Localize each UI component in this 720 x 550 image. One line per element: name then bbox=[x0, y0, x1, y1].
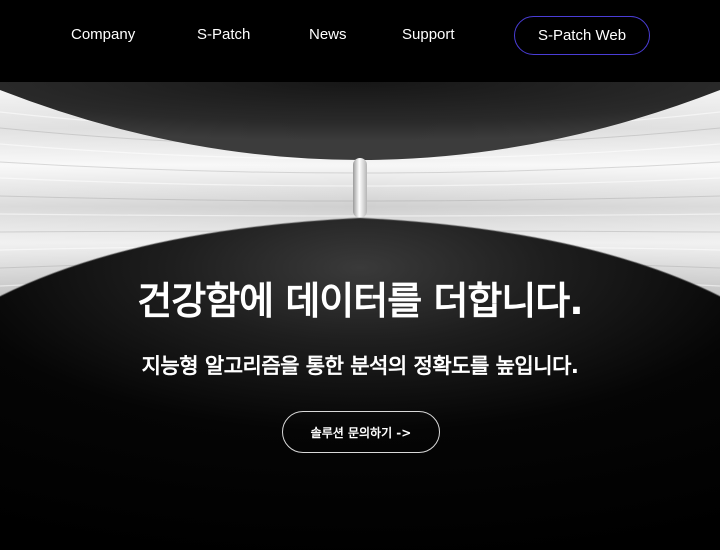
nav-link-support[interactable]: Support bbox=[402, 24, 455, 46]
hero-subtitle: 지능형 알고리즘을 통한 분석의 정확도를 높입니다. bbox=[141, 354, 579, 378]
hero-title: 건강함에 데이터를 더합니다. bbox=[137, 279, 583, 323]
hero-section: 건강함에 데이터를 더합니다. 지능형 알고리즘을 통한 분석의 정확도를 높입… bbox=[0, 82, 720, 550]
s-patch-web-button-label: S-Patch Web bbox=[537, 27, 627, 44]
contact-solution-button[interactable]: 솔루션 문의하기 -> bbox=[282, 411, 440, 453]
nav-link-news[interactable]: News bbox=[309, 24, 347, 46]
s-patch-web-button[interactable]: S-Patch Web bbox=[514, 16, 650, 55]
page: Company S-Patch News Support S-Patch Web bbox=[0, 0, 720, 550]
nav-link-company[interactable]: Company bbox=[71, 24, 135, 46]
contact-solution-button-label: 솔루션 문의하기 -> bbox=[310, 425, 412, 440]
nav-link-s-patch[interactable]: S-Patch bbox=[197, 24, 250, 46]
top-navigation: Company S-Patch News Support S-Patch Web bbox=[0, 0, 720, 82]
